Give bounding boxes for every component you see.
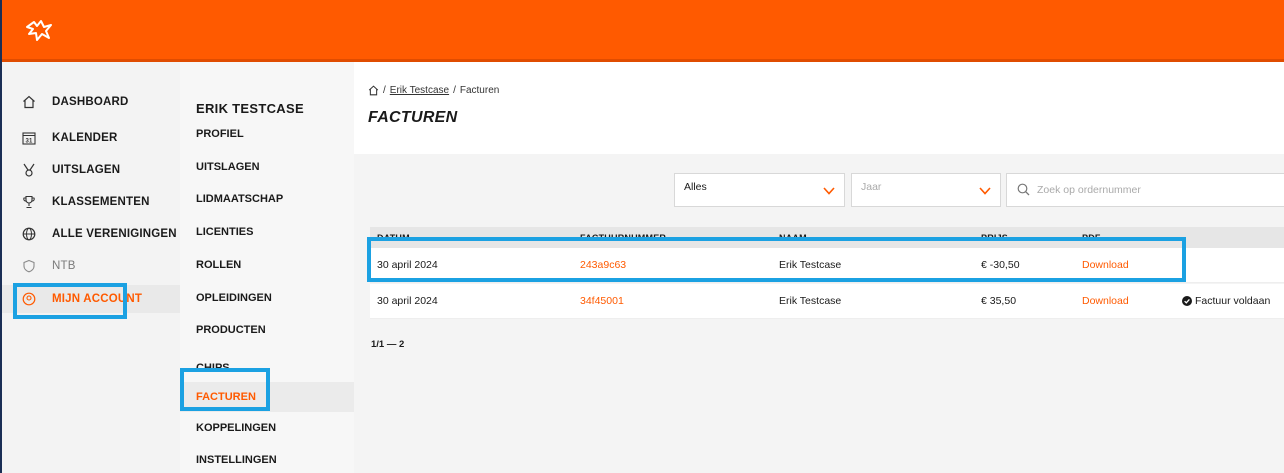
search-icon	[1017, 183, 1030, 196]
table-row: 30 april 2024 34f45001 Erik Testcase € 3…	[370, 284, 1284, 319]
sidebar: DASHBOARD 31 KALENDER UITSLAGEN KLASSEME…	[2, 62, 180, 473]
subnav-item-rollen[interactable]: ROLLEN	[180, 252, 354, 278]
subnav-item-licenties[interactable]: LICENTIES	[180, 219, 354, 245]
column-header-factuurnummer[interactable]: FACTUURNUMMER	[580, 233, 666, 243]
cell-naam: Erik Testcase	[779, 259, 842, 271]
sidebar-item-label: ALLE VERENIGINGEN	[52, 228, 177, 240]
search-input[interactable]	[1037, 182, 1277, 198]
subnav-item-uitslagen[interactable]: UITSLAGEN	[180, 154, 354, 180]
account-icon	[21, 291, 37, 307]
subnav-item-profiel[interactable]: PROFIEL	[180, 121, 354, 147]
sidebar-item-mijn-account[interactable]: MIJN ACCOUNT	[2, 285, 180, 313]
page-title: FACTUREN	[368, 109, 458, 126]
sidebar-item-ntb[interactable]: NTB	[2, 252, 180, 280]
breadcrumb: / Erik Testcase / Facturen	[368, 85, 499, 96]
type-select-value: Alles	[684, 181, 707, 193]
breadcrumb-current: Facturen	[459, 85, 500, 96]
main-content: / Erik Testcase / Facturen FACTUREN Alle…	[354, 62, 1284, 473]
cell-datum: 30 april 2024	[377, 259, 438, 271]
pagination-info: 1/1 — 2	[371, 339, 405, 350]
top-bar	[2, 0, 1284, 62]
cell-prijs: € -30,50	[981, 259, 1020, 271]
breadcrumb-separator: /	[453, 85, 456, 96]
chevron-down-icon	[979, 187, 991, 195]
sidebar-item-label: KALENDER	[52, 132, 118, 144]
sidebar-item-uitslagen[interactable]: UITSLAGEN	[2, 156, 180, 184]
subnav-item-facturen[interactable]: FACTUREN	[180, 382, 354, 412]
subnav-item-koppelingen[interactable]: KOPPELINGEN	[180, 415, 354, 441]
subnav-item-instellingen[interactable]: INSTELLINGEN	[180, 447, 354, 473]
subnav-item-lidmaatschap[interactable]: LIDMAATSCHAP	[180, 186, 354, 212]
account-subnav: ERIK TESTCASE PROFIEL UITSLAGEN LIDMAATS…	[180, 62, 354, 473]
shield-icon	[21, 258, 37, 274]
type-select[interactable]: Alles	[674, 173, 845, 207]
sidebar-item-label: KLASSEMENTEN	[52, 196, 150, 208]
calendar-icon-text: 31	[25, 139, 33, 145]
cell-datum: 30 april 2024	[377, 295, 438, 307]
table-row: 30 april 2024 243a9c63 Erik Testcase € -…	[370, 248, 1284, 283]
cell-naam: Erik Testcase	[779, 295, 842, 307]
year-select[interactable]: Jaar	[851, 173, 1001, 207]
status-badge: Factuur voldaan	[1182, 295, 1270, 307]
logo-icon[interactable]	[24, 18, 54, 44]
sidebar-item-label: DASHBOARD	[52, 96, 129, 108]
chevron-down-icon	[823, 187, 835, 195]
invoice-number-link[interactable]: 34f45001	[580, 295, 624, 307]
status-text: Factuur voldaan	[1195, 295, 1271, 307]
check-circle-icon	[1182, 296, 1192, 306]
breadcrumb-separator: /	[383, 85, 386, 96]
sidebar-item-label: NTB	[52, 260, 76, 272]
sidebar-item-kalender[interactable]: 31 KALENDER	[2, 124, 180, 152]
home-icon	[21, 94, 37, 110]
order-search	[1006, 173, 1284, 207]
download-pdf-link[interactable]: Download	[1082, 295, 1129, 307]
subnav-item-producten[interactable]: PRODUCTEN	[180, 317, 354, 343]
table-header: DATUM FACTUURNUMMER NAAM PRIJS PDF	[370, 227, 1284, 248]
column-header-prijs[interactable]: PRIJS	[981, 233, 1008, 243]
sidebar-item-dashboard[interactable]: DASHBOARD	[2, 88, 180, 116]
sidebar-item-label: MIJN ACCOUNT	[52, 293, 143, 305]
home-icon[interactable]	[368, 85, 379, 96]
column-header-pdf: PDF	[1082, 233, 1101, 243]
subnav-item-chips[interactable]: CHIPS	[180, 355, 354, 381]
sidebar-item-alle-verenigingen[interactable]: ALLE VERENIGINGEN	[2, 220, 180, 248]
subnav-title: ERIK TESTCASE	[196, 101, 304, 116]
cell-prijs: € 35,50	[981, 295, 1017, 307]
sidebar-item-label: UITSLAGEN	[52, 164, 121, 176]
trophy-icon	[21, 194, 37, 210]
column-header-datum[interactable]: DATUM	[377, 233, 410, 243]
breadcrumb-link-erik-testcase[interactable]: Erik Testcase	[390, 85, 449, 96]
subnav-item-opleidingen[interactable]: OPLEIDINGEN	[180, 285, 354, 311]
column-header-naam[interactable]: NAAM	[779, 233, 807, 243]
globe-icon	[21, 226, 37, 242]
year-select-placeholder: Jaar	[861, 181, 882, 193]
sidebar-item-klassementen[interactable]: KLASSEMENTEN	[2, 188, 180, 216]
invoice-number-link[interactable]: 243a9c63	[580, 259, 626, 271]
calendar-icon: 31	[21, 130, 37, 146]
medal-icon	[21, 162, 37, 178]
download-pdf-link[interactable]: Download	[1082, 259, 1129, 271]
